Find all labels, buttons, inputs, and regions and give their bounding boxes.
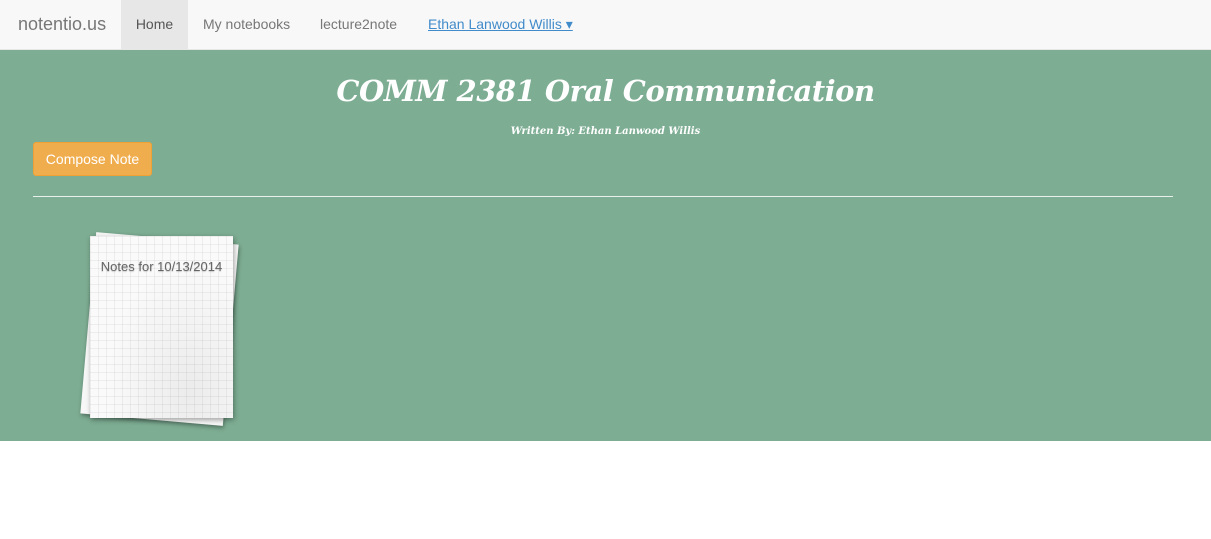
nav-my-notebooks[interactable]: My notebooks [203, 0, 290, 49]
top-navbar: notentio.us Home My notebooks lecture2no… [0, 0, 1211, 50]
paper-front: Notes for 10/13/2014 [90, 236, 233, 418]
notebook-panel: COMM 2381 Oral Communication Written By:… [0, 50, 1211, 441]
user-menu-dropdown[interactable]: Ethan Lanwood Willis ▾ [428, 0, 573, 49]
nav-home[interactable]: Home [121, 0, 188, 49]
divider [33, 196, 1173, 197]
notebook-author: Written By: Ethan Lanwood Willis [510, 126, 701, 137]
compose-note-button[interactable]: Compose Note [33, 142, 152, 176]
notebook-title: COMM 2381 Oral Communication [336, 74, 875, 108]
nav-lecture2note[interactable]: lecture2note [320, 0, 397, 49]
brand-logo[interactable]: notentio.us [18, 0, 106, 49]
note-title[interactable]: Notes for 10/13/2014 [90, 259, 233, 274]
note-card[interactable]: Notes for 10/13/2014 [80, 230, 255, 430]
